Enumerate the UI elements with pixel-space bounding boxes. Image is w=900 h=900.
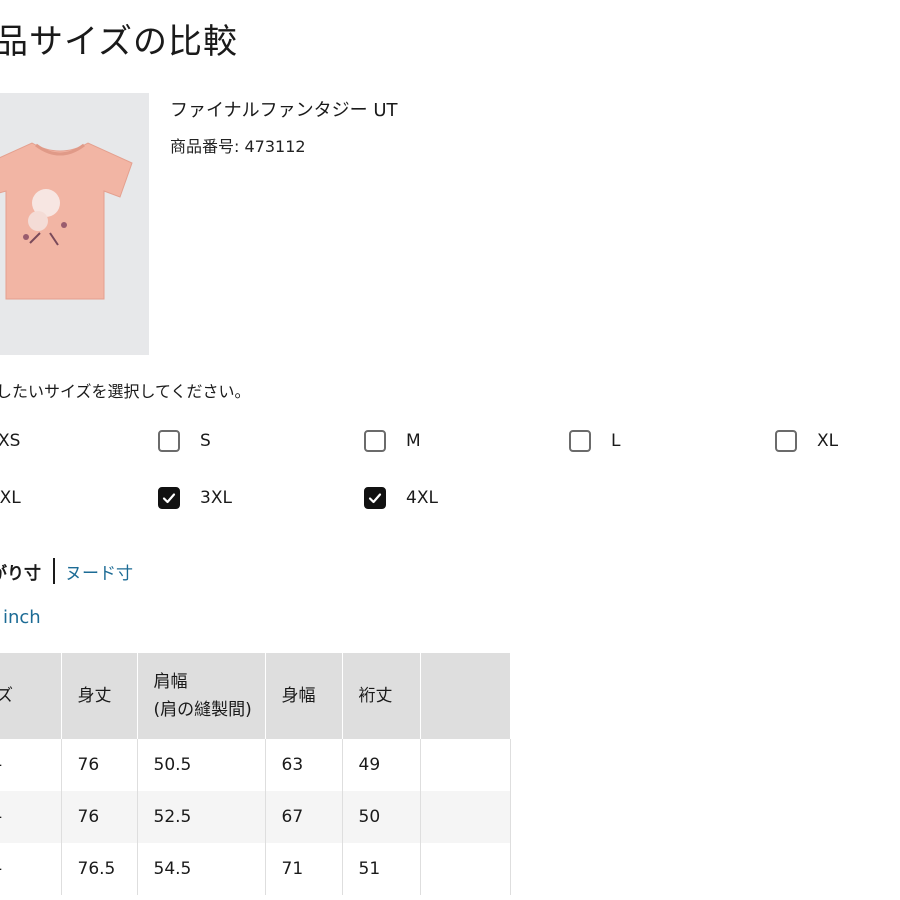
table-cell: 76	[61, 791, 138, 843]
unit-toggle-link[interactable]: inch	[3, 607, 41, 628]
table-cell	[420, 791, 511, 843]
table-header-width: 身幅	[265, 653, 343, 739]
table-header-length: 身丈	[61, 653, 138, 739]
size-checkbox-checked[interactable]	[158, 487, 180, 509]
size-option-l[interactable]: L	[569, 426, 620, 456]
size-option-label: XXL	[0, 488, 21, 508]
size-checkbox[interactable]	[364, 430, 386, 452]
table-cell: -	[0, 739, 62, 791]
table-cell	[420, 739, 511, 791]
measure-tabs: がり寸 ヌード寸	[0, 558, 133, 584]
size-option-label: XL	[817, 431, 839, 451]
size-option-label: 4XL	[406, 488, 438, 508]
table-header-row: ズ 身丈 肩幅 (肩の縫製間) 身幅 裄丈	[0, 653, 511, 739]
product-number: 商品番号: 473112	[170, 137, 306, 156]
table-cell: 63	[265, 739, 343, 791]
size-option-4xl[interactable]: 4XL	[364, 483, 438, 513]
table-row: - 76.5 54.5 71 51	[0, 843, 511, 895]
size-option-label: 3XL	[200, 488, 232, 508]
size-option-s[interactable]: S	[158, 426, 211, 456]
table-header-empty	[420, 653, 511, 739]
table-cell: 50	[342, 791, 421, 843]
size-checkbox[interactable]	[158, 430, 180, 452]
table-header-size: ズ	[0, 653, 62, 739]
table-row: - 76 52.5 67 50	[0, 791, 511, 843]
table-cell: 67	[265, 791, 343, 843]
table-cell: 50.5	[137, 739, 266, 791]
size-table: ズ 身丈 肩幅 (肩の縫製間) 身幅 裄丈 - 76 50.5 63 49 - …	[0, 653, 511, 895]
product-name: ファイナルファンタジー UT	[170, 100, 398, 121]
size-checkbox[interactable]	[775, 430, 797, 452]
size-select-instruction: したいサイズを選択してください。	[0, 382, 251, 401]
tab-body-measure[interactable]: ヌード寸	[65, 559, 133, 584]
table-cell: -	[0, 791, 62, 843]
table-cell: 49	[342, 739, 421, 791]
size-option-xs[interactable]: XS	[0, 426, 20, 456]
table-cell: 52.5	[137, 791, 266, 843]
size-option-label: S	[200, 431, 211, 451]
size-checkbox-checked[interactable]	[364, 487, 386, 509]
table-cell	[420, 843, 511, 895]
tshirt-image-icon	[0, 142, 133, 300]
table-header-shoulder-text: 肩幅 (肩の縫製間)	[153, 672, 252, 720]
table-header-shoulder: 肩幅 (肩の縫製間)	[137, 653, 266, 739]
size-option-label: L	[611, 431, 621, 451]
table-cell: 76.5	[61, 843, 138, 895]
product-image[interactable]	[0, 93, 149, 355]
size-option-3xl[interactable]: 3XL	[158, 483, 232, 513]
table-cell: 54.5	[137, 843, 266, 895]
table-cell: 71	[265, 843, 343, 895]
size-option-xl[interactable]: XL	[775, 426, 838, 456]
table-header-sleeve: 裄丈	[342, 653, 421, 739]
size-option-xxl[interactable]: XXL	[0, 483, 21, 513]
size-option-label: M	[406, 431, 421, 451]
size-option-label: XS	[0, 431, 21, 451]
table-cell: 51	[342, 843, 421, 895]
checkmark-icon	[162, 493, 176, 504]
table-row: - 76 50.5 63 49	[0, 739, 511, 791]
page-title: 品サイズの比較	[0, 22, 238, 62]
table-cell: -	[0, 843, 62, 895]
table-cell: 76	[61, 739, 138, 791]
tab-divider	[53, 558, 55, 584]
size-option-m[interactable]: M	[364, 426, 421, 456]
size-checkbox[interactable]	[569, 430, 591, 452]
checkmark-icon	[368, 493, 382, 504]
tab-garment-measure[interactable]: がり寸	[0, 559, 41, 584]
